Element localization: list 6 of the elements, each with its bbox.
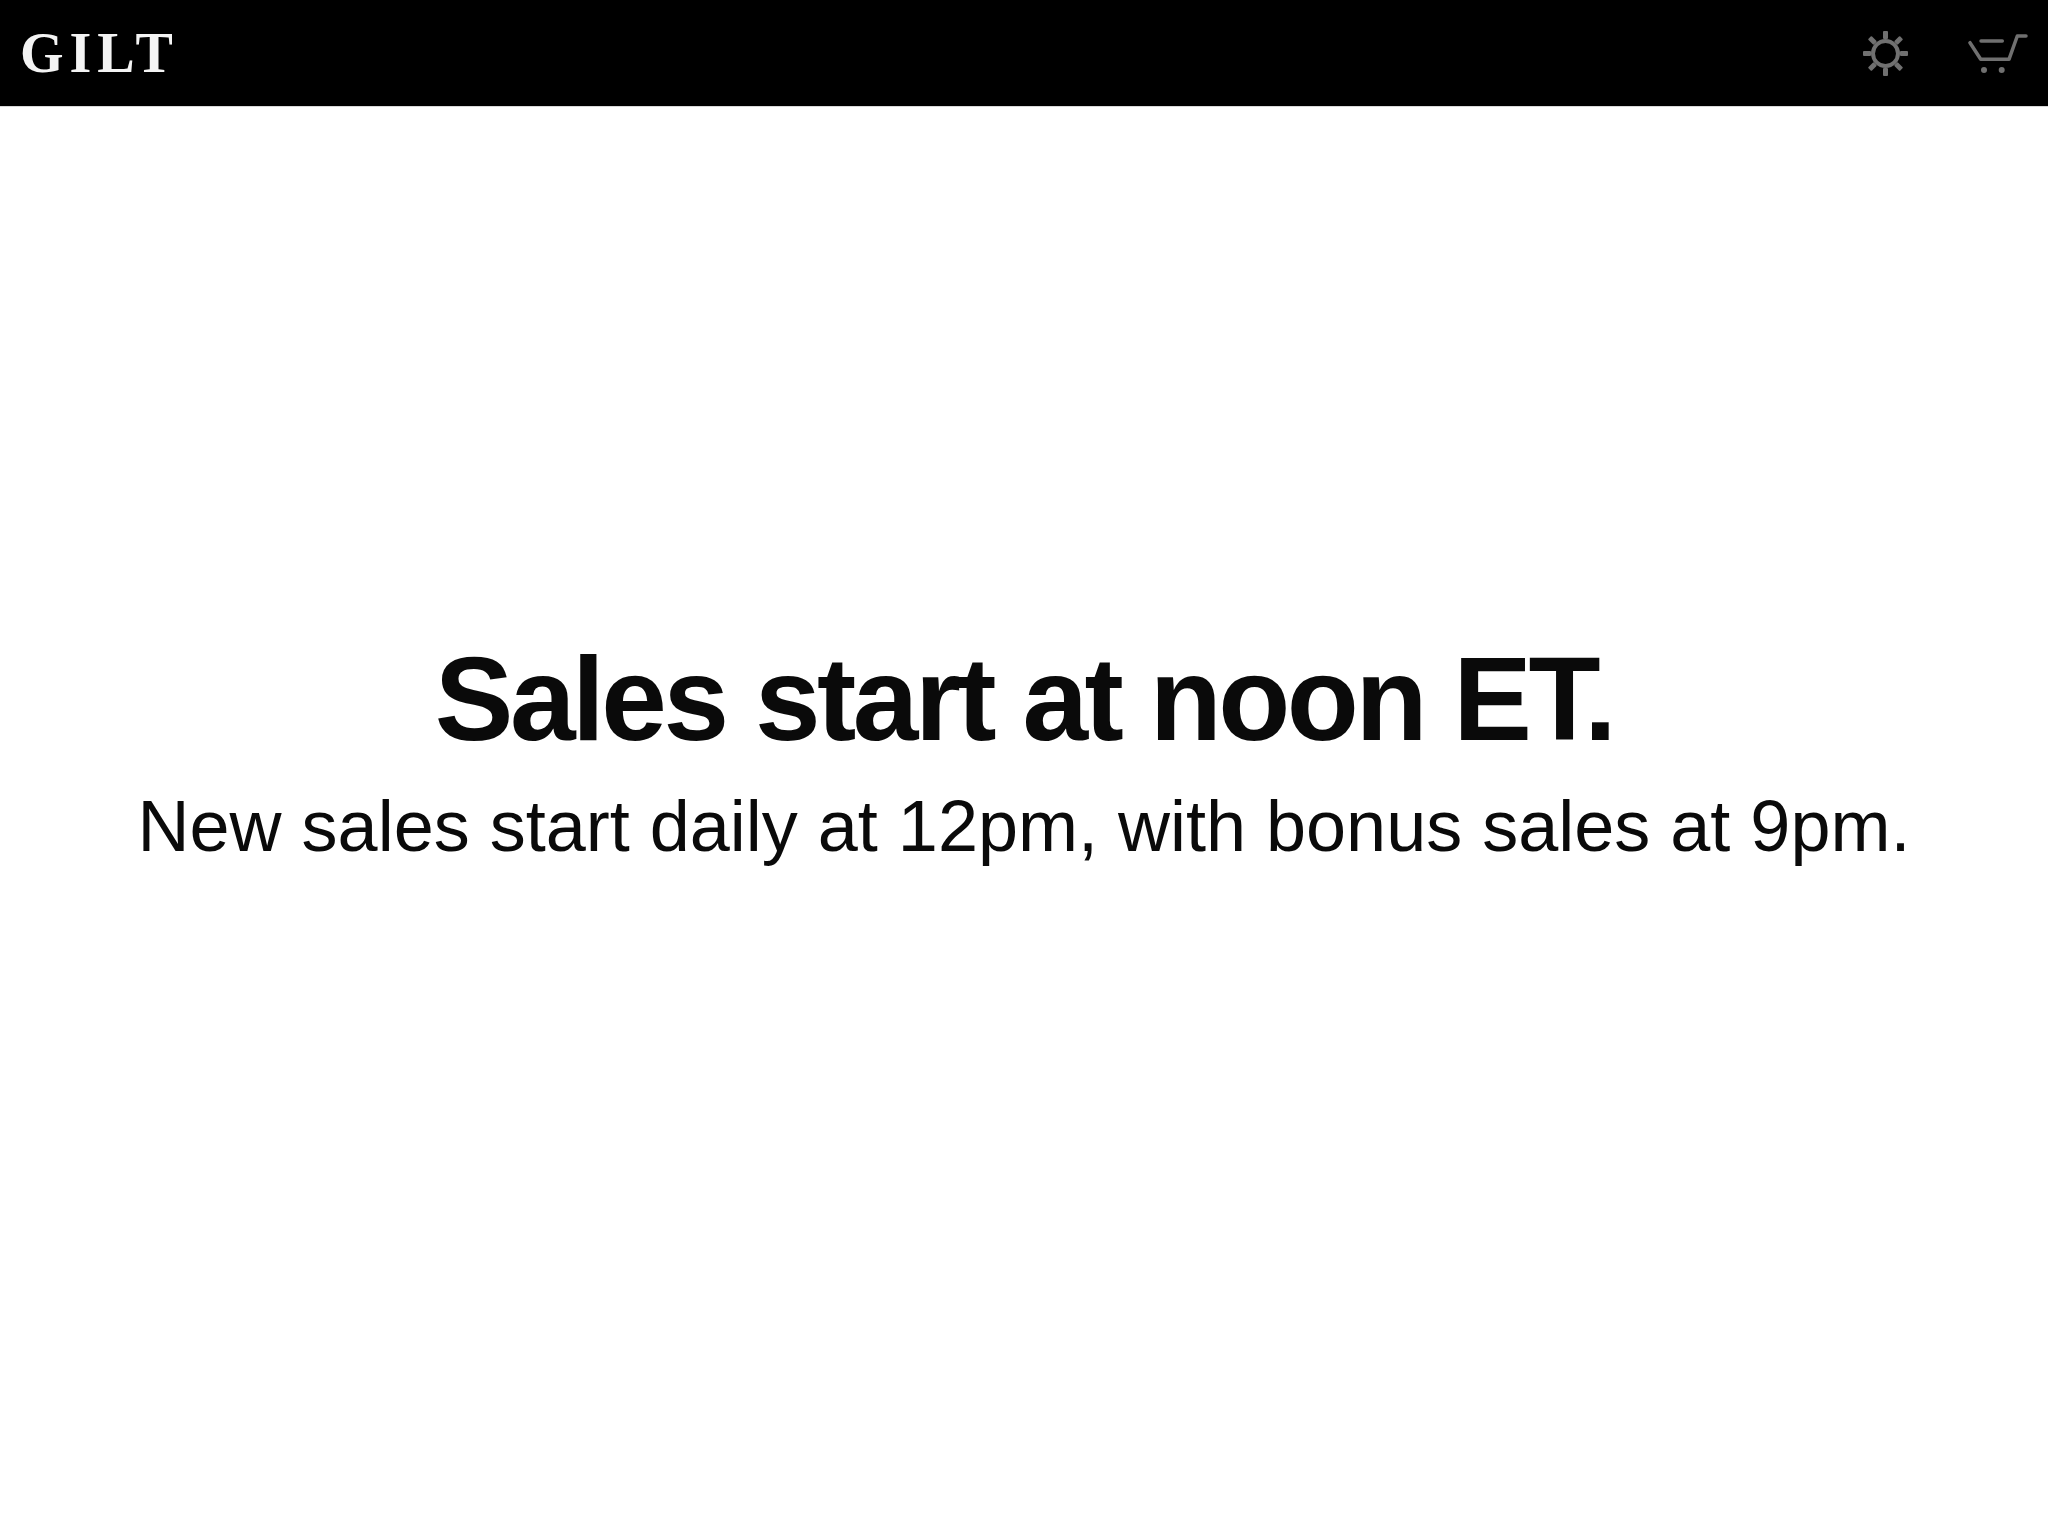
settings-icon: [1863, 30, 1908, 76]
sales-heading: Sales start at noon ET.: [434, 640, 1614, 758]
logo[interactable]: GILT: [20, 25, 179, 81]
cart-button[interactable]: [1968, 32, 2028, 74]
settings-button[interactable]: [1863, 30, 1908, 76]
cart-icon: [1968, 32, 2028, 74]
